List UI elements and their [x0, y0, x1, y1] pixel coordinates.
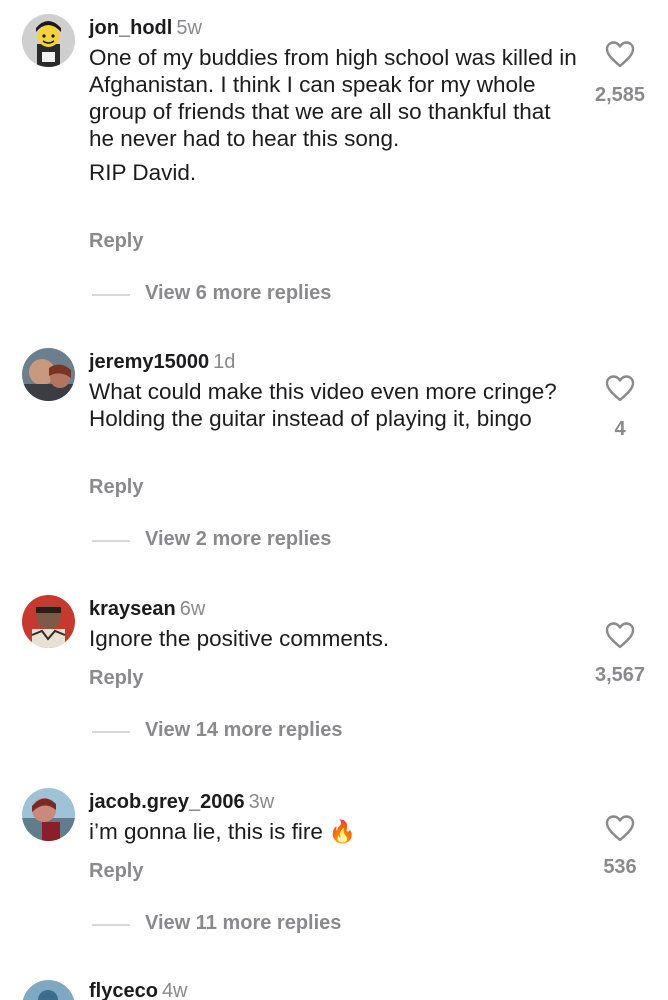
comment-item: jon_hodl 5w One of my buddies from high s… — [0, 14, 668, 314]
view-more-replies-label[interactable]: View 6 more replies — [145, 282, 331, 305]
divider-line — [92, 731, 130, 733]
view-more-replies[interactable]: View 14 more replies — [92, 719, 382, 743]
avatar[interactable] — [22, 980, 75, 1000]
comment-header: jon_hodl 5w — [89, 16, 202, 40]
comment-item: jacob.grey_2006 3w i’m gonna lie, this is… — [0, 788, 668, 948]
reply-button[interactable]: Reply — [89, 667, 143, 690]
like-count: 3,567 — [594, 664, 646, 686]
heart-outline-icon[interactable] — [604, 40, 636, 68]
divider-line — [92, 540, 130, 542]
username[interactable]: flyceco — [89, 980, 158, 1000]
username[interactable]: jeremy15000 — [89, 351, 209, 373]
comment-header: jeremy15000 1d — [89, 350, 235, 374]
timestamp: 6w — [179, 598, 206, 620]
avatar[interactable] — [22, 595, 75, 648]
reply-button[interactable]: Reply — [89, 476, 143, 499]
comment-item: flyceco 4w — [0, 980, 668, 1000]
comment-paragraph: Ignore the positive comments. — [89, 626, 390, 651]
divider-line — [92, 924, 130, 926]
username[interactable]: jacob.grey_2006 — [89, 791, 245, 813]
comment-item: kraysean 6w Ignore the positive comments.… — [0, 595, 668, 755]
like-count: 536 — [603, 856, 637, 878]
like-count: 4 — [614, 418, 626, 440]
avatar-photo-icon — [22, 348, 75, 401]
comment-paragraph: i’m gonna lie, this is fire 🔥 — [89, 818, 579, 845]
heart-outline-icon[interactable] — [604, 814, 636, 842]
comment-text: Ignore the positive comments. — [89, 625, 579, 652]
divider-line — [92, 294, 130, 296]
view-more-replies-label[interactable]: View 11 more replies — [145, 912, 341, 935]
heart-outline-icon[interactable] — [604, 621, 636, 649]
comment-paragraph: RIP David. — [89, 160, 197, 185]
fire-emoji-icon: 🔥 — [328, 819, 357, 844]
timestamp: 1d — [213, 351, 236, 373]
avatar-photo-icon — [22, 595, 75, 648]
comment-paragraph: One of my buddies from high school was k… — [89, 45, 577, 151]
username[interactable]: jon_hodl — [89, 17, 172, 39]
comment-header: flyceco 4w — [89, 980, 188, 1000]
avatar[interactable] — [22, 348, 75, 401]
timestamp: 3w — [248, 791, 275, 813]
avatar-photo-icon — [22, 788, 75, 841]
view-more-replies[interactable]: View 11 more replies — [92, 912, 382, 936]
view-more-replies[interactable]: View 2 more replies — [92, 528, 372, 552]
comment-item: jeremy15000 1d What could make this video… — [0, 348, 668, 558]
view-more-replies[interactable]: View 6 more replies — [92, 282, 372, 306]
comment-line: i’m gonna lie, this is fire — [89, 819, 323, 844]
reply-button[interactable]: Reply — [89, 230, 143, 253]
username[interactable]: kraysean — [89, 598, 176, 620]
avatar[interactable] — [22, 14, 75, 67]
view-more-replies-label[interactable]: View 2 more replies — [145, 528, 331, 551]
avatar-lego-figure-icon — [22, 14, 75, 67]
comment-text: One of my buddies from high school was k… — [89, 44, 579, 186]
timestamp: 5w — [176, 17, 202, 39]
comment-paragraph: What could make this video even more cri… — [89, 379, 557, 431]
like-count: 2,585 — [594, 84, 646, 106]
avatar[interactable] — [22, 788, 75, 841]
view-more-replies-label[interactable]: View 14 more replies — [145, 719, 343, 742]
heart-outline-icon[interactable] — [604, 374, 636, 402]
reply-button[interactable]: Reply — [89, 860, 143, 883]
comment-text: What could make this video even more cri… — [89, 378, 579, 432]
comment-text: i’m gonna lie, this is fire 🔥 — [89, 818, 579, 845]
avatar-photo-icon — [22, 980, 75, 1000]
comment-header: jacob.grey_2006 3w — [89, 790, 274, 814]
timestamp: 4w — [161, 980, 188, 1000]
comment-header: kraysean 6w — [89, 597, 205, 621]
